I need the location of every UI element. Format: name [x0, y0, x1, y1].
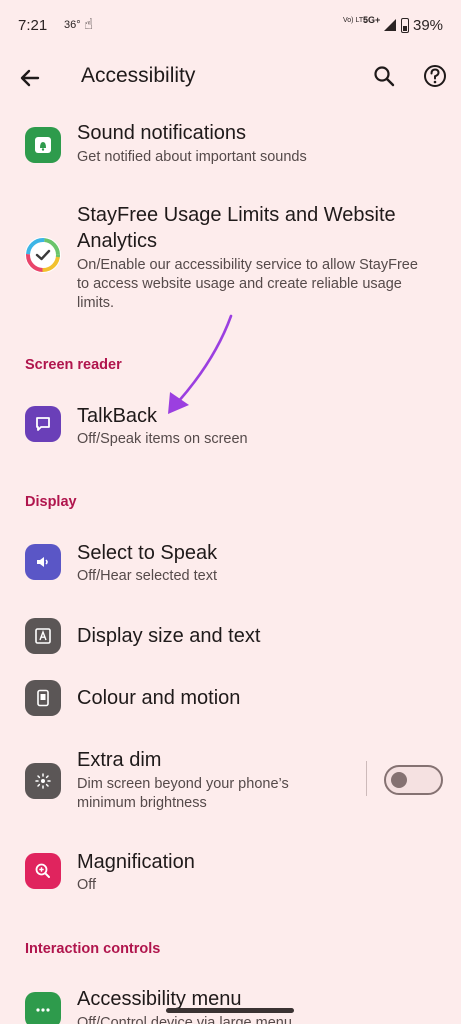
- setting-stayfree[interactable]: StayFree Usage Limits and Website Analyt…: [0, 200, 461, 320]
- stayfree-subtitle-line3: limits.: [77, 295, 115, 311]
- stayfree-title-line1: StayFree Usage Limits and Website: [77, 204, 396, 226]
- accessibility-menu-icon: [25, 992, 61, 1024]
- sound-notifications-icon: [25, 127, 61, 163]
- stayfree-subtitle-line1: On/Enable our accessibility service to a…: [77, 257, 418, 273]
- talkback-subtitle: Off/Speak items on screen: [77, 431, 248, 447]
- accessibility-menu-subtitle: Off/Control device via large menu: [77, 1015, 292, 1024]
- toggle-divider: [366, 761, 367, 796]
- section-interaction-controls: Interaction controls: [25, 941, 161, 957]
- magnification-title: Magnification: [77, 851, 195, 873]
- back-button[interactable]: [14, 60, 50, 96]
- search-button[interactable]: [366, 58, 402, 94]
- status-time: 7:21: [18, 17, 48, 34]
- search-icon: [374, 66, 395, 87]
- setting-accessibility-menu[interactable]: Accessibility menu Off/Control device vi…: [0, 980, 461, 1024]
- select-to-speak-title: Select to Speak: [77, 542, 218, 564]
- setting-sound-notifications[interactable]: Sound notifications Get notified about i…: [0, 115, 461, 183]
- gesture-icon: ☝: [84, 16, 94, 33]
- section-display: Display: [25, 494, 77, 510]
- extra-dim-subtitle-line1: Dim screen beyond your phone’s: [77, 776, 289, 792]
- battery-percent: 39%: [413, 17, 444, 34]
- talkback-icon: [25, 406, 61, 442]
- select-to-speak-subtitle: Off/Hear selected text: [77, 568, 217, 584]
- display-size-icon: [25, 618, 61, 654]
- network-type: 5G+: [363, 15, 381, 25]
- battery-icon: [401, 18, 409, 33]
- colour-and-motion-title: Colour and motion: [77, 687, 241, 709]
- help-icon: [424, 65, 446, 87]
- back-arrow-icon: [20, 69, 40, 87]
- talkback-title: TalkBack: [77, 405, 158, 427]
- status-temperature: 36°: [64, 19, 81, 31]
- sound-notifications-title: Sound notifications: [77, 122, 247, 144]
- status-bar: 7:21 36° ☝ Vo) LTE 5G+ 39%: [0, 0, 461, 52]
- setting-select-to-speak[interactable]: Select to Speak Off/Hear selected text: [0, 534, 461, 598]
- stayfree-title-line2: Analytics: [77, 230, 158, 252]
- setting-colour-and-motion[interactable]: Colour and motion: [0, 672, 461, 724]
- navigation-handle[interactable]: [166, 1008, 294, 1013]
- extra-dim-subtitle-line2: minimum brightness: [77, 795, 207, 811]
- magnification-subtitle: Off: [77, 877, 97, 893]
- stayfree-subtitle-line2: to access website usage and create relia…: [77, 276, 402, 292]
- extra-dim-icon: [25, 763, 61, 799]
- help-button[interactable]: [417, 58, 453, 94]
- select-to-speak-icon: [25, 544, 61, 580]
- setting-display-size-and-text[interactable]: Display size and text: [0, 610, 461, 662]
- signal-icon: [384, 19, 396, 31]
- display-size-title: Display size and text: [77, 625, 261, 647]
- app-bar: Accessibility: [0, 52, 461, 104]
- toggle-knob: [391, 772, 407, 788]
- stayfree-app-icon: [25, 237, 61, 273]
- setting-magnification[interactable]: Magnification Off: [0, 843, 461, 907]
- page-title: Accessibility: [81, 64, 196, 87]
- extra-dim-toggle[interactable]: [384, 765, 443, 795]
- magnification-icon: [25, 853, 61, 889]
- extra-dim-title: Extra dim: [77, 749, 162, 771]
- colour-and-motion-icon: [25, 680, 61, 716]
- sound-notifications-subtitle: Get notified about important sounds: [77, 149, 307, 165]
- annotation-arrow-icon: [168, 314, 233, 414]
- section-screen-reader: Screen reader: [25, 357, 122, 373]
